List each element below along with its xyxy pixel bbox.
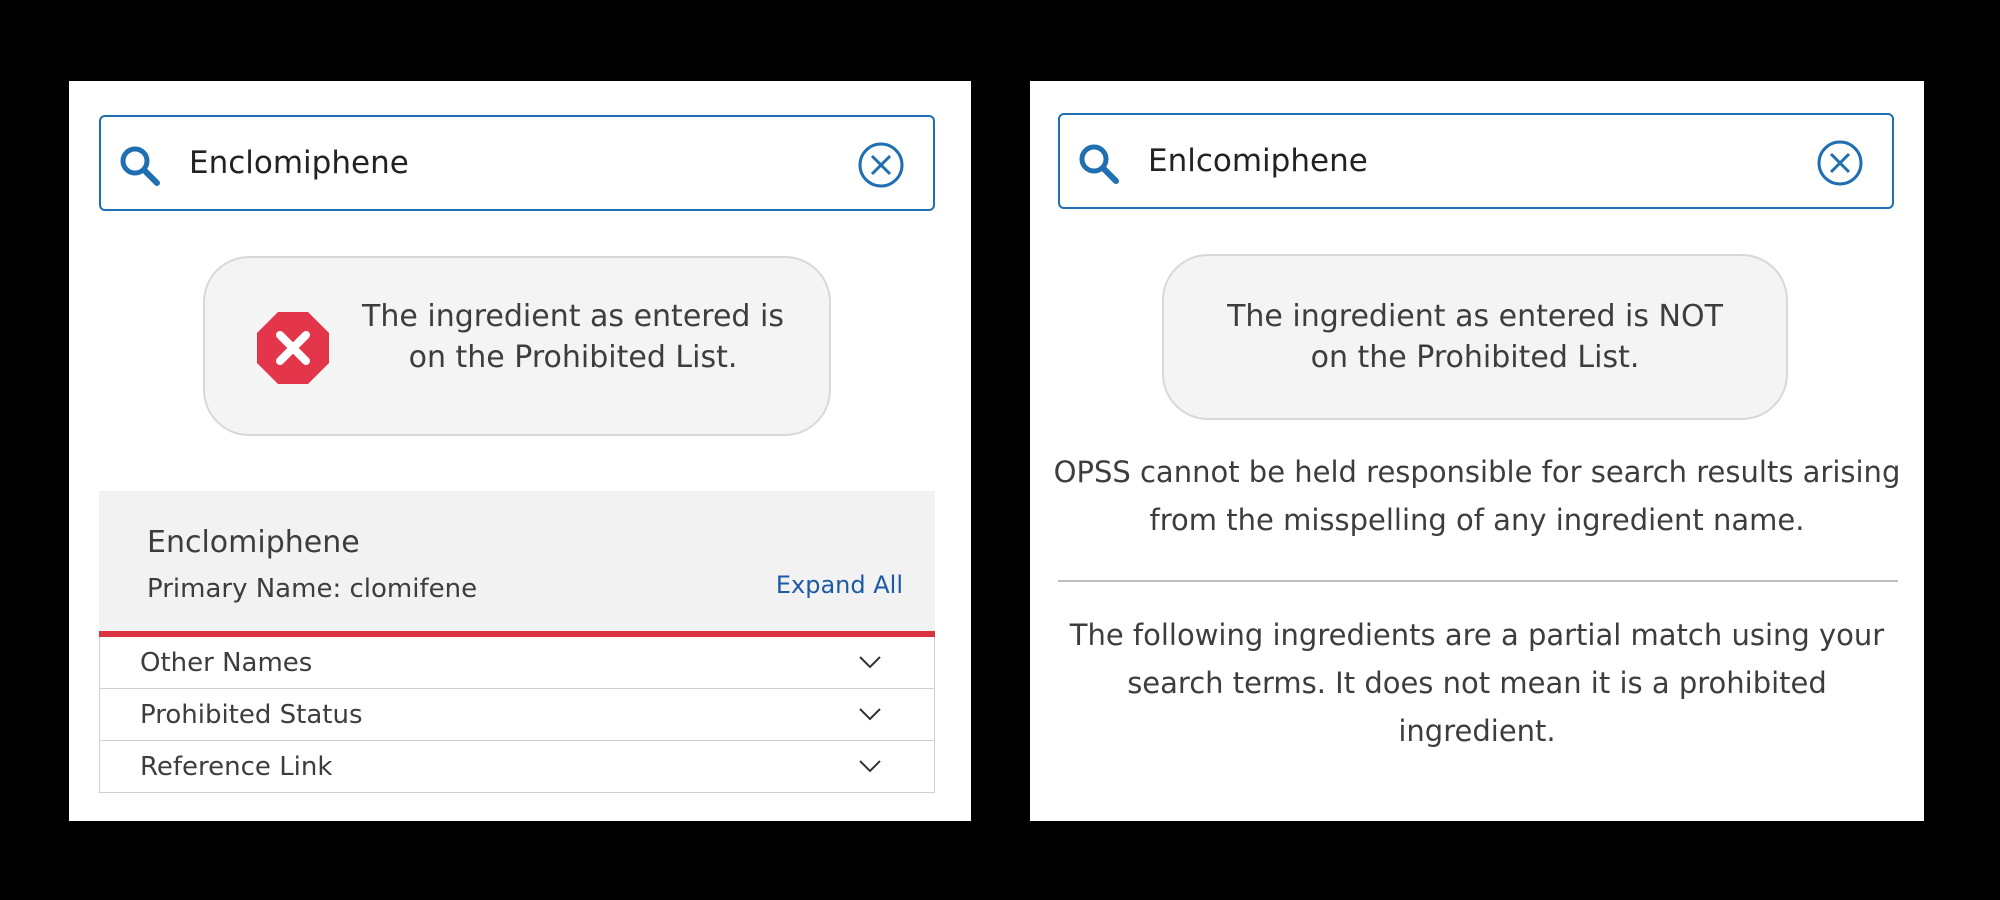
clear-icon[interactable] bbox=[857, 141, 905, 189]
search-bar[interactable]: Enlcomiphene bbox=[1058, 113, 1894, 209]
stop-x-icon bbox=[257, 312, 329, 384]
result-header: Enclomiphene Primary Name: clomifene Exp… bbox=[99, 491, 935, 631]
chevron-down-icon[interactable] bbox=[858, 655, 882, 669]
partial-line-3: ingredient. bbox=[1398, 714, 1556, 748]
status-line-2: on the Prohibited List. bbox=[408, 340, 738, 375]
search-input[interactable]: Enlcomiphene bbox=[1148, 115, 1368, 207]
status-line-2: on the Prohibited List. bbox=[1310, 340, 1640, 375]
disclaimer-text: OPSS cannot be held responsible for sear… bbox=[1030, 448, 1924, 544]
status-card: The ingredient as entered is on the Proh… bbox=[203, 256, 831, 436]
accordion-label: Reference Link bbox=[140, 752, 333, 782]
panel-prohibited-result: Enclomiphene The ingredient as entered i… bbox=[69, 81, 971, 821]
panel-not-prohibited-result: Enlcomiphene The ingredient as entered i… bbox=[1030, 81, 1924, 821]
status-message: The ingredient as entered is on the Proh… bbox=[353, 296, 793, 378]
status-card: The ingredient as entered is NOT on the … bbox=[1162, 254, 1788, 420]
search-icon[interactable] bbox=[117, 143, 163, 189]
result-title: Enclomiphene bbox=[147, 525, 360, 560]
status-line-1: The ingredient as entered is bbox=[362, 299, 784, 334]
accordion-other-names[interactable]: Other Names bbox=[99, 637, 935, 689]
accordion-label: Prohibited Status bbox=[140, 700, 363, 730]
primary-name: Primary Name: clomifene bbox=[147, 574, 478, 604]
chevron-down-icon[interactable] bbox=[858, 759, 882, 773]
accordion-reference-link[interactable]: Reference Link bbox=[99, 741, 935, 793]
search-input[interactable]: Enclomiphene bbox=[189, 117, 409, 209]
expand-all-link[interactable]: Expand All bbox=[776, 571, 903, 599]
search-bar[interactable]: Enclomiphene bbox=[99, 115, 935, 211]
partial-line-1: The following ingredients are a partial … bbox=[1069, 618, 1885, 652]
partial-line-2: search terms. It does not mean it is a p… bbox=[1127, 666, 1827, 700]
status-message: The ingredient as entered is NOT on the … bbox=[1164, 296, 1786, 378]
disclaimer-line-1: OPSS cannot be held responsible for sear… bbox=[1053, 455, 1901, 489]
search-icon[interactable] bbox=[1076, 141, 1122, 187]
clear-icon[interactable] bbox=[1816, 139, 1864, 187]
accordion-label: Other Names bbox=[140, 648, 313, 678]
accordion-prohibited-status[interactable]: Prohibited Status bbox=[99, 689, 935, 741]
status-line-1: The ingredient as entered is NOT bbox=[1227, 299, 1723, 334]
disclaimer-line-2: from the misspelling of any ingredient n… bbox=[1149, 503, 1805, 537]
chevron-down-icon[interactable] bbox=[858, 707, 882, 721]
divider bbox=[1058, 580, 1898, 582]
partial-match-text: The following ingredients are a partial … bbox=[1030, 611, 1924, 755]
